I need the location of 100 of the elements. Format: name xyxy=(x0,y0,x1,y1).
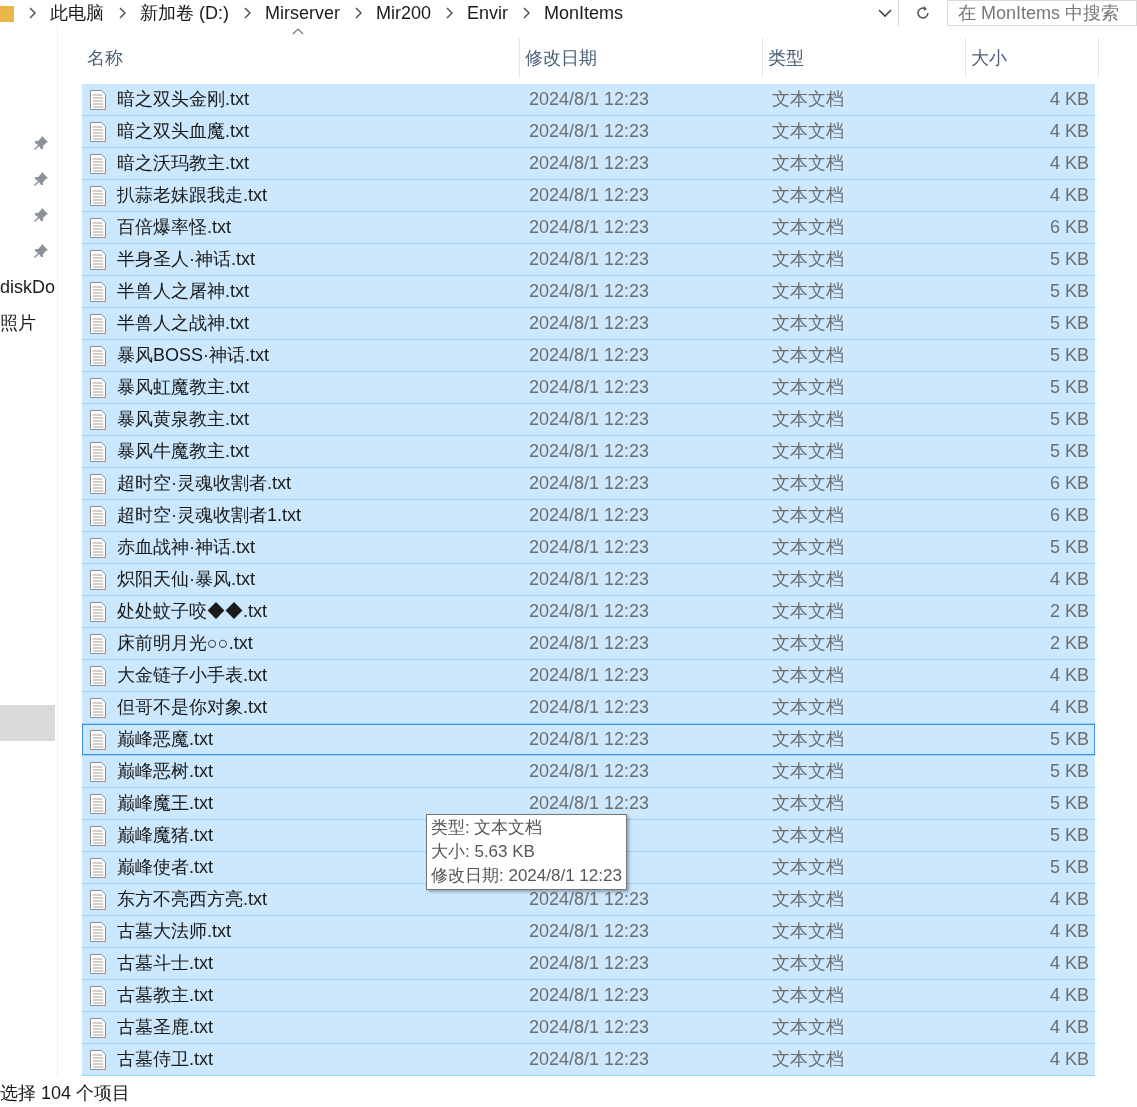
file-type: 文本文档 xyxy=(772,1017,844,1037)
file-size: 6 KB xyxy=(1049,472,1089,495)
file-type: 文本文档 xyxy=(772,185,844,205)
file-name: 古墓侍卫.txt xyxy=(117,1048,213,1071)
file-size: 4 KB xyxy=(1049,920,1089,943)
file-size: 4 KB xyxy=(1049,888,1089,911)
file-size: 5 KB xyxy=(1049,536,1089,559)
file-size: 5 KB xyxy=(1049,344,1089,367)
modified-date: 2024/8/1 12:23 xyxy=(529,697,650,717)
file-name: 大金链子小手表.txt xyxy=(117,664,267,687)
file-name: 巅峰魔王.txt xyxy=(117,792,213,815)
file-size: 5 KB xyxy=(1049,792,1089,815)
file-size: 5 KB xyxy=(1049,280,1089,303)
file-size: 2 KB xyxy=(1049,632,1089,655)
file-type: 文本文档 xyxy=(772,89,844,109)
modified-date: 2024/8/1 12:23 xyxy=(529,441,650,461)
file-size: 4 KB xyxy=(1049,120,1089,143)
file-name: 炽阳天仙·暴风.txt xyxy=(117,568,255,591)
file-type: 文本文档 xyxy=(772,761,844,781)
file-size: 4 KB xyxy=(1049,184,1089,207)
file-type: 文本文档 xyxy=(772,857,844,877)
file-type: 文本文档 xyxy=(772,665,844,685)
file-size: 5 KB xyxy=(1049,824,1089,847)
tooltip-line: 修改日期: 2024/8/1 12:23 xyxy=(431,865,622,887)
modified-date: 2024/8/1 12:23 xyxy=(529,153,650,173)
file-type: 文本文档 xyxy=(772,825,844,845)
file-name: 半兽人之屠神.txt xyxy=(117,280,249,303)
file-size: 4 KB xyxy=(1049,952,1089,975)
modified-date: 2024/8/1 12:23 xyxy=(529,249,650,269)
file-name: 暗之沃玛教主.txt xyxy=(117,152,249,175)
file-size: 6 KB xyxy=(1049,504,1089,527)
file-size: 4 KB xyxy=(1049,1048,1089,1071)
file-size: 4 KB xyxy=(1049,696,1089,719)
file-size: 5 KB xyxy=(1049,248,1089,271)
modified-date: 2024/8/1 12:23 xyxy=(529,633,650,653)
file-type: 文本文档 xyxy=(772,441,844,461)
modified-date: 2024/8/1 12:23 xyxy=(529,313,650,333)
file-type: 文本文档 xyxy=(772,377,844,397)
file-type: 文本文档 xyxy=(772,985,844,1005)
file-name: 暗之双头血魔.txt xyxy=(117,120,249,143)
file-name: 半身圣人·神话.txt xyxy=(117,248,255,271)
modified-date: 2024/8/1 12:23 xyxy=(529,217,650,237)
modified-date: 2024/8/1 12:23 xyxy=(529,505,650,525)
file-type: 文本文档 xyxy=(772,889,844,909)
modified-date: 2024/8/1 12:23 xyxy=(529,729,650,749)
file-size: 5 KB xyxy=(1049,312,1089,335)
tooltip-line: 大小: 5.63 KB xyxy=(431,841,536,863)
file-type: 文本文档 xyxy=(772,697,844,717)
file-type: 文本文档 xyxy=(772,633,844,653)
file-name: 床前明月光○○.txt xyxy=(117,632,253,655)
file-type: 文本文档 xyxy=(772,601,844,621)
modified-date: 2024/8/1 12:23 xyxy=(529,473,650,493)
file-name: 古墓大法师.txt xyxy=(117,920,231,943)
file-size: 5 KB xyxy=(1049,760,1089,783)
file-type: 文本文档 xyxy=(772,409,844,429)
file-type: 文本文档 xyxy=(772,953,844,973)
file-name: 暴风虹魔教主.txt xyxy=(117,376,249,399)
file-type: 文本文档 xyxy=(772,121,844,141)
file-type: 文本文档 xyxy=(772,1049,844,1069)
modified-date: 2024/8/1 12:23 xyxy=(529,1017,650,1037)
file-size: 5 KB xyxy=(1049,728,1089,751)
file-type: 文本文档 xyxy=(772,249,844,269)
file-type: 文本文档 xyxy=(772,281,844,301)
file-name: 暴风黄泉教主.txt xyxy=(117,408,249,431)
file-name: 超时空·灵魂收割者1.txt xyxy=(117,504,301,527)
file-type: 文本文档 xyxy=(772,729,844,749)
file-size: 5 KB xyxy=(1049,856,1089,879)
modified-date: 2024/8/1 12:23 xyxy=(529,409,650,429)
file-type: 文本文档 xyxy=(772,569,844,589)
modified-date: 2024/8/1 12:23 xyxy=(529,665,650,685)
modified-date: 2024/8/1 12:23 xyxy=(529,537,650,557)
file-name: 巅峰使者.txt xyxy=(117,856,213,879)
file-size: 6 KB xyxy=(1049,216,1089,239)
file-type: 文本文档 xyxy=(772,537,844,557)
file-type: 文本文档 xyxy=(772,505,844,525)
modified-date: 2024/8/1 12:23 xyxy=(529,793,650,813)
modified-date: 2024/8/1 12:23 xyxy=(529,569,650,589)
file-name: 古墓教主.txt xyxy=(117,984,213,1007)
file-name: 巅峰魔猪.txt xyxy=(117,824,213,847)
modified-date: 2024/8/1 12:23 xyxy=(529,89,650,109)
file-size: 4 KB xyxy=(1049,1016,1089,1039)
file-name: 超时空·灵魂收割者.txt xyxy=(117,472,291,495)
tooltip-line: 类型: 文本文档 xyxy=(431,817,544,839)
file-size: 5 KB xyxy=(1049,440,1089,463)
status-text: 选择 104 个项目 xyxy=(0,1081,131,1105)
file-name: 赤血战神·神话.txt xyxy=(117,536,255,559)
modified-date: 2024/8/1 12:23 xyxy=(529,121,650,141)
file-name: 古墓圣鹿.txt xyxy=(117,1016,213,1039)
modified-date: 2024/8/1 12:23 xyxy=(529,185,650,205)
file-name: 古墓斗士.txt xyxy=(117,952,213,975)
file-name: 暴风BOSS·神话.txt xyxy=(117,344,269,367)
file-size: 5 KB xyxy=(1049,408,1089,431)
file-size: 4 KB xyxy=(1049,984,1089,1007)
file-size: 4 KB xyxy=(1049,664,1089,687)
modified-date: 2024/8/1 12:23 xyxy=(529,1049,650,1069)
file-type: 文本文档 xyxy=(772,473,844,493)
file-name: 巅峰恶魔.txt xyxy=(117,728,213,751)
file-name: 百倍爆率怪.txt xyxy=(117,216,231,239)
file-name: 东方不亮西方亮.txt xyxy=(117,888,267,911)
file-name: 处处蚊子咬◆◆.txt xyxy=(117,600,267,623)
